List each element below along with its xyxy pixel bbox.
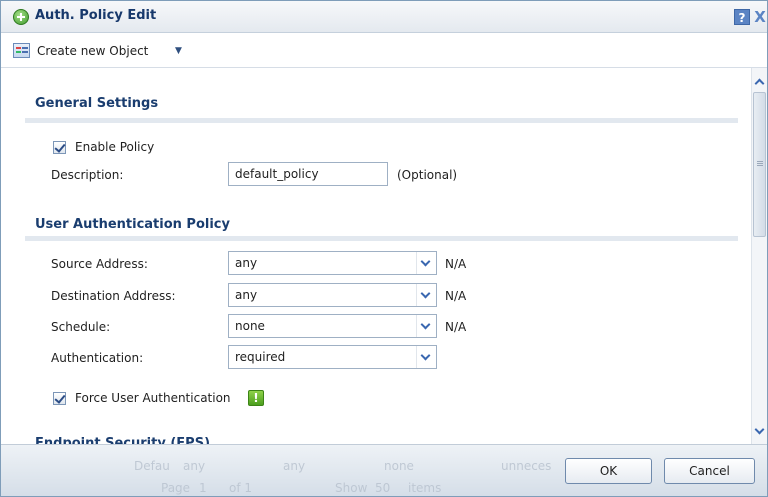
add-icon <box>13 9 29 25</box>
chevron-down-icon[interactable] <box>416 284 436 306</box>
destination-address-note: N/A <box>445 289 467 303</box>
schedule-value: none <box>235 319 265 333</box>
authentication-select[interactable]: required <box>228 345 437 369</box>
source-address-value: any <box>235 256 258 270</box>
section-divider <box>25 118 738 123</box>
ok-button[interactable]: OK <box>565 458 652 484</box>
background-pager: 1 <box>199 481 207 495</box>
section-divider <box>25 236 738 241</box>
source-address-label: Source Address: <box>51 257 148 271</box>
vertical-scrollbar[interactable] <box>751 68 767 444</box>
schedule-label: Schedule: <box>51 320 111 334</box>
source-address-select[interactable]: any <box>228 251 437 275</box>
endpoint-security-heading: Endpoint Security (EPS) <box>35 436 211 444</box>
chevron-down-icon[interactable] <box>416 315 436 337</box>
help-button[interactable]: ? <box>734 9 750 25</box>
background-pager: items <box>408 481 442 495</box>
background-pager: Page <box>161 481 191 495</box>
description-label: Description: <box>51 168 124 182</box>
scroll-down-icon[interactable] <box>752 423 767 439</box>
schedule-note: N/A <box>445 320 467 334</box>
close-button[interactable]: X <box>752 9 768 25</box>
object-list-icon <box>13 43 30 58</box>
general-settings-heading: General Settings <box>35 96 159 111</box>
force-user-auth-checkbox[interactable] <box>53 392 66 405</box>
user-auth-policy-heading: User Authentication Policy <box>35 217 230 232</box>
destination-address-select[interactable]: any <box>228 283 437 307</box>
destination-address-value: any <box>235 288 258 302</box>
enable-policy-checkbox[interactable] <box>53 141 66 154</box>
cancel-button[interactable]: Cancel <box>664 458 755 484</box>
background-cell: Defau <box>134 459 170 473</box>
chevron-down-icon[interactable] <box>416 346 436 368</box>
background-cell: any <box>283 459 306 473</box>
dialog-footer: Defau any any none unneces Page 1 of 1 S… <box>1 444 767 496</box>
authentication-label: Authentication: <box>51 351 144 365</box>
optional-hint: (Optional) <box>397 168 458 182</box>
background-pager: of 1 <box>229 481 253 495</box>
background-cell: none <box>384 459 414 473</box>
toolbar: Create new Object ▼ <box>1 34 767 68</box>
background-cell: unneces <box>501 459 552 473</box>
background-pager: Show <box>335 481 368 495</box>
force-user-auth-label: Force User Authentication <box>75 391 231 405</box>
create-new-object-label: Create new Object <box>37 44 149 58</box>
info-icon[interactable]: ! <box>248 390 264 406</box>
enable-policy-label: Enable Policy <box>75 140 155 154</box>
dialog-title: Auth. Policy Edit <box>35 8 157 23</box>
background-pager: 50 <box>375 481 391 495</box>
chevron-down-icon[interactable] <box>416 252 436 274</box>
title-bar: Auth. Policy Edit ? X <box>1 1 767 33</box>
authentication-value: required <box>235 350 286 364</box>
scroll-up-icon[interactable] <box>752 74 767 90</box>
schedule-select[interactable]: none <box>228 314 437 338</box>
background-cell: any <box>183 459 206 473</box>
destination-address-label: Destination Address: <box>51 289 176 303</box>
description-input[interactable] <box>228 162 388 186</box>
source-address-note: N/A <box>445 257 467 271</box>
form-content: General Settings Enable Policy Descripti… <box>1 68 751 444</box>
auth-policy-edit-dialog: Auth. Policy Edit ? X Create new Object … <box>0 0 768 497</box>
scroll-thumb[interactable] <box>753 92 766 237</box>
dropdown-caret-icon: ▼ <box>175 46 182 56</box>
